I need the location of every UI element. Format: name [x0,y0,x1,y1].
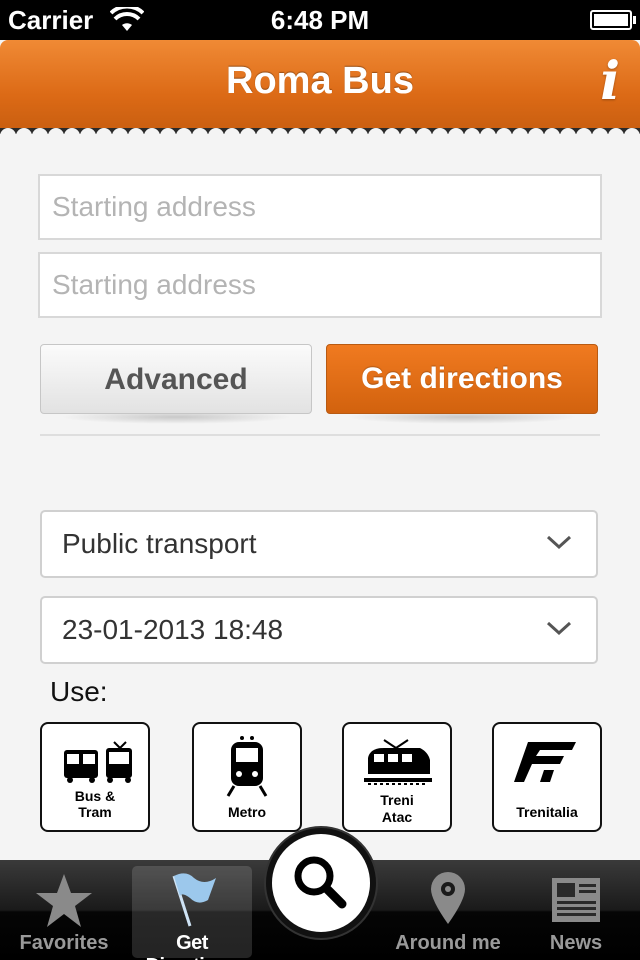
scallop-dot [32,128,48,144]
tab-around-me[interactable]: Around me [384,860,512,960]
mode-label: Tram [78,804,112,820]
chevron-down-icon [546,535,572,550]
scallop-dot [384,128,400,144]
start-address-input[interactable] [38,174,602,240]
mode-trenitalia-toggle[interactable]: Trenitalia [492,722,602,832]
get-directions-button[interactable]: Get directions [326,344,598,414]
scallop-dot [304,128,320,144]
tab-label: News [549,932,603,954]
mode-label: Treni [380,792,414,808]
scallop-dot [48,128,64,144]
scallop-dot [416,128,432,144]
scallop-dot [464,128,480,144]
battery-icon [590,10,636,30]
page-title: Roma Bus [226,60,414,102]
scallop-dot [0,128,16,144]
scallop-dot [576,128,592,144]
scallop-dot [208,128,224,144]
tab-label: Get Directions [146,932,239,960]
directions-form: Advanced Get directions Public transport… [0,148,640,860]
tab-label: Favorites [19,932,109,954]
end-address-input[interactable] [38,252,602,318]
tab-news[interactable]: News [512,860,640,960]
scallop-dot [560,128,576,144]
scallop-dot [544,128,560,144]
status-bar: Carrier 6:48 PM [0,0,640,40]
mode-label: Metro [227,804,267,820]
scallop-dot [608,128,624,144]
scallop-dot [288,128,304,144]
metro-icon [226,736,268,797]
scallop-dot [432,128,448,144]
scallop-dot [224,128,240,144]
tab-favorites[interactable]: Favorites [0,860,128,960]
scallop-dot [256,128,272,144]
newspaper-icon [552,878,600,922]
scallop-dot [400,128,416,144]
tab-get-directions[interactable]: Get Directions [132,866,252,960]
scallop-dot [528,128,544,144]
scallop-dot [80,128,96,144]
search-button[interactable] [266,828,376,938]
mode-metro-toggle[interactable]: Metro [192,722,302,832]
scallop-dot [272,128,288,144]
scallop-dot [16,128,32,144]
scallop-dot [192,128,208,144]
trenitalia-logo-icon [514,742,576,782]
star-icon [36,874,92,927]
datetime-select[interactable]: 23-01-2013 18:48 [40,596,598,664]
mode-bus-tram-toggle[interactable]: Bus & Tram [40,722,150,832]
scallop-dot [64,128,80,144]
scallop-dot [96,128,112,144]
scallop-dot [240,128,256,144]
clock: 6:48 PM [270,5,370,35]
scallop-dot [592,128,608,144]
mode-label: Trenitalia [516,804,578,820]
use-label: Use: [50,676,108,707]
flag-icon [172,873,216,927]
mode-label: Atac [381,809,413,825]
mode-treni-atac-toggle[interactable]: Treni Atac [342,722,452,832]
map-pin-icon [431,872,465,924]
transport-mode-select[interactable]: Public transport [40,510,598,578]
scallop-dot [176,128,192,144]
scallop-dot [352,128,368,144]
scallop-dot [160,128,176,144]
chevron-down-icon [546,621,572,636]
transport-mode-value: Public transport [62,528,257,559]
scallop-dot [448,128,464,144]
scallop-dot [624,128,640,144]
header-scallop-border [0,128,640,144]
scallop-dot [512,128,528,144]
search-icon [294,856,347,909]
info-icon[interactable]: i [600,52,620,112]
train-icon [364,739,432,785]
advanced-button[interactable]: Advanced [40,344,312,414]
scallop-dot [480,128,496,144]
scallop-dot [336,128,352,144]
scallop-dot [320,128,336,144]
scallop-dot [144,128,160,144]
divider [40,434,600,436]
nav-header: Roma Bus i [0,40,640,132]
bus-tram-icon [64,741,132,783]
scallop-dot [368,128,384,144]
scallop-dot [128,128,144,144]
datetime-value: 23-01-2013 18:48 [62,614,284,645]
mode-label: Bus & [74,788,116,804]
scallop-dot [496,128,512,144]
tab-label: Around me [395,932,501,954]
scallop-dot [112,128,128,144]
